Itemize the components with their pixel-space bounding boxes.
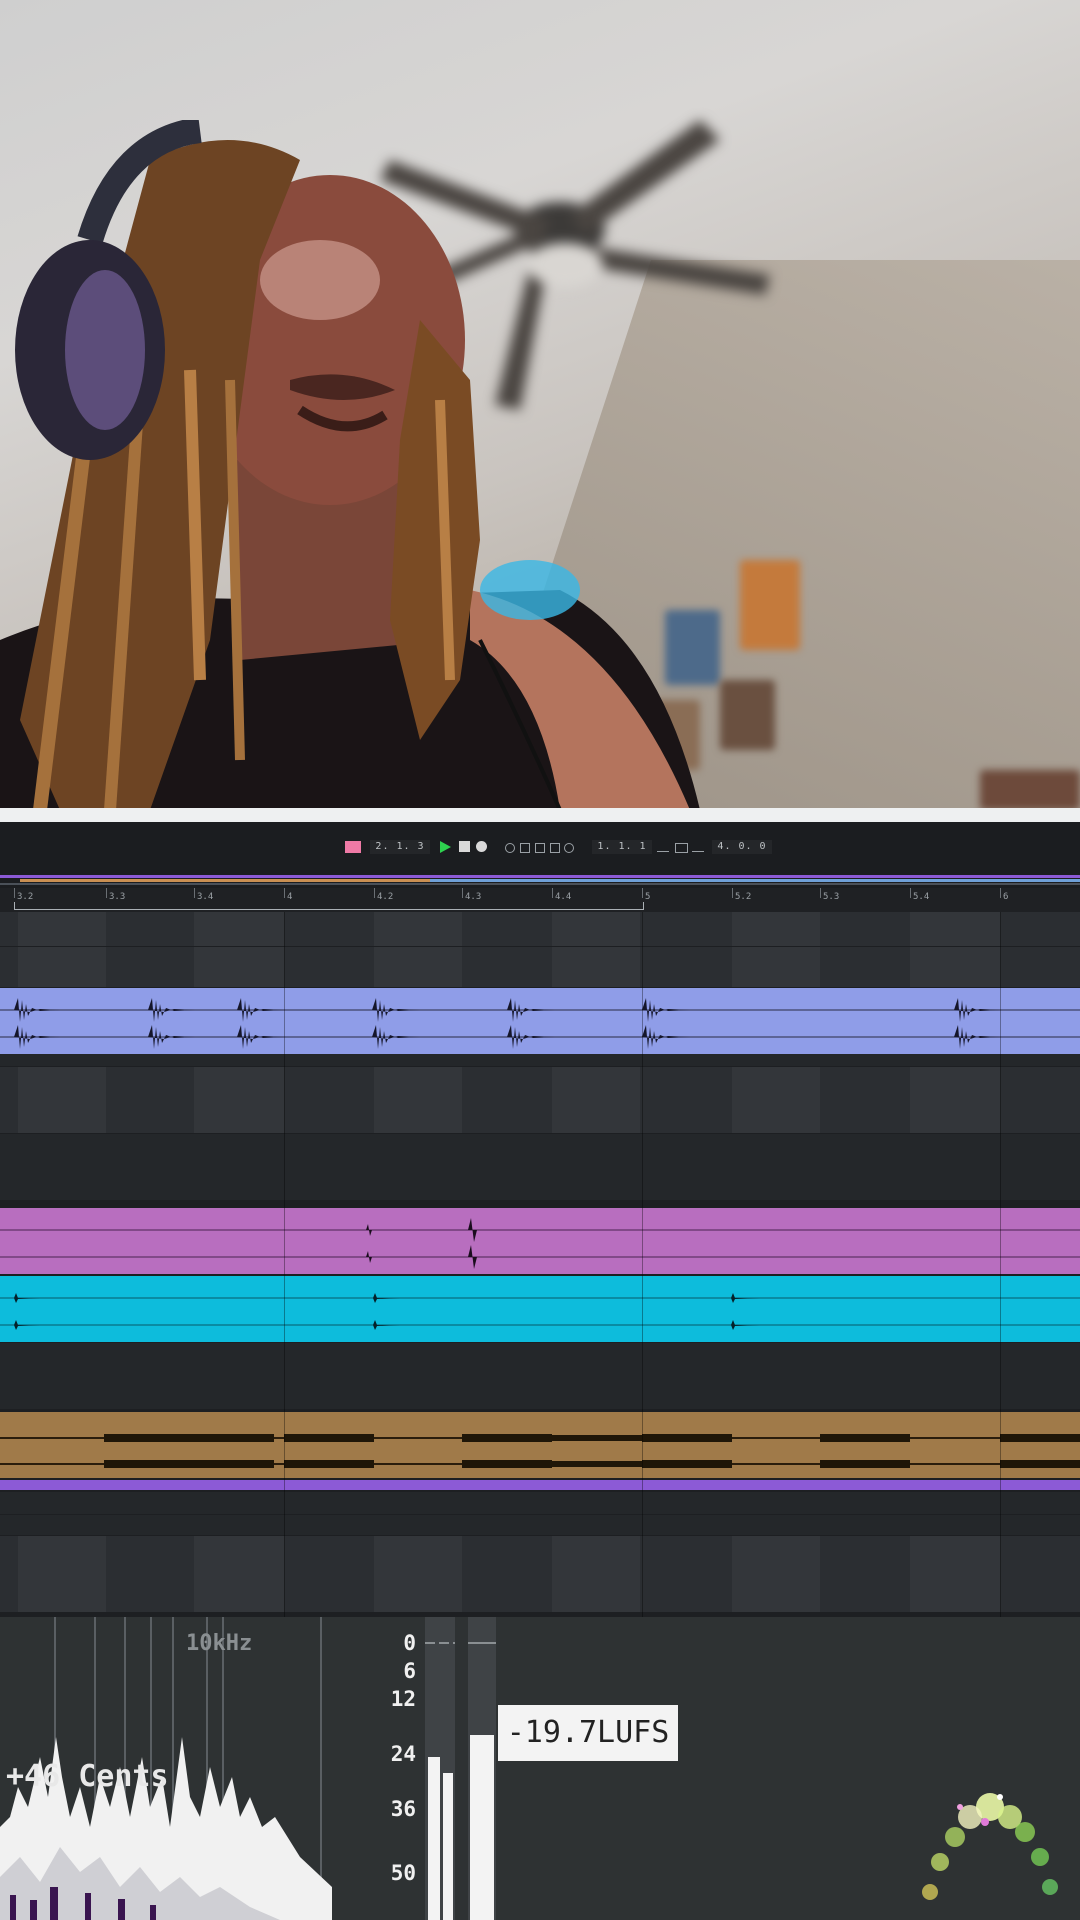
texture-waveform bbox=[0, 1434, 1080, 1468]
session-record-icon[interactable] bbox=[550, 843, 560, 853]
loop-icon[interactable] bbox=[675, 843, 688, 853]
ruler-tick: 3.4 bbox=[197, 892, 214, 902]
ruler-tick: 4.4 bbox=[555, 892, 572, 902]
ruler-tick: 5.2 bbox=[735, 892, 752, 902]
ruler-tick: 3.3 bbox=[109, 892, 126, 902]
automation-icon[interactable] bbox=[520, 843, 530, 853]
overview-strip bbox=[0, 883, 1080, 885]
db-scale-label: 6 bbox=[403, 1659, 416, 1683]
loop-start[interactable]: 1. 1. 1 bbox=[592, 840, 652, 854]
track-lane[interactable] bbox=[0, 1343, 1080, 1409]
db-scale-label: 36 bbox=[390, 1797, 416, 1821]
percussion-waveform bbox=[0, 1218, 1080, 1269]
db-scale-label: 50 bbox=[390, 1861, 416, 1885]
level-bar bbox=[428, 1757, 440, 1920]
overview-strip bbox=[430, 879, 1080, 882]
purple-strip[interactable] bbox=[0, 1480, 1080, 1490]
pitch-label: +46 Cents bbox=[6, 1759, 169, 1794]
kick-clip[interactable] bbox=[0, 1276, 1080, 1342]
track-lane[interactable] bbox=[0, 1492, 1080, 1514]
bar-line bbox=[284, 912, 285, 1617]
capture-icon[interactable] bbox=[535, 843, 545, 853]
drums-waveform bbox=[0, 998, 1080, 1049]
loop-brace[interactable] bbox=[14, 902, 644, 910]
overview-strip bbox=[0, 875, 1080, 878]
ruler-tick: 4.3 bbox=[465, 892, 482, 902]
db-scale-label: 24 bbox=[390, 1742, 416, 1766]
overdub-icon[interactable] bbox=[505, 843, 515, 853]
ruler-tick: 4.2 bbox=[377, 892, 394, 902]
play-icon[interactable] bbox=[440, 841, 451, 853]
transport-bar: 2. 1. 3 1. 1. 1 4. 0. 0 bbox=[0, 822, 1080, 870]
peak-hold bbox=[468, 1642, 496, 1644]
ruler-tick: 5.3 bbox=[823, 892, 840, 902]
peak-hold bbox=[425, 1642, 455, 1644]
drums-clip[interactable] bbox=[0, 988, 1080, 1054]
track-lane[interactable] bbox=[0, 947, 1080, 987]
bar-line bbox=[1000, 912, 1001, 1617]
overview-strip bbox=[20, 879, 430, 882]
track-lane[interactable] bbox=[0, 912, 1080, 946]
ruler-tick: 6 bbox=[1003, 892, 1009, 902]
follow-button[interactable] bbox=[345, 841, 361, 853]
track-lane[interactable] bbox=[0, 1134, 1080, 1200]
record-icon[interactable] bbox=[476, 841, 487, 852]
webcam-feed bbox=[0, 0, 1080, 808]
track-lane[interactable] bbox=[0, 1515, 1080, 1535]
loop-length[interactable]: 4. 0. 0 bbox=[712, 840, 772, 854]
person-with-headphones bbox=[0, 120, 700, 808]
percussion-clip[interactable] bbox=[0, 1208, 1080, 1274]
ruler-tick: 5 bbox=[645, 892, 651, 902]
metronome-icon[interactable] bbox=[564, 843, 574, 853]
arrangement-overview[interactable] bbox=[0, 870, 1080, 888]
stop-icon[interactable] bbox=[459, 841, 470, 852]
shelf-object bbox=[980, 770, 1080, 808]
song-position[interactable]: 2. 1. 3 bbox=[370, 840, 430, 854]
ruler-tick: 5.4 bbox=[913, 892, 930, 902]
track-lane[interactable] bbox=[0, 1536, 1080, 1612]
divider bbox=[0, 808, 1080, 822]
spectrum-graph bbox=[0, 1737, 332, 1920]
loop-switch-icon[interactable] bbox=[657, 843, 669, 852]
bar-line bbox=[642, 912, 643, 1617]
freq-label: 10kHz bbox=[186, 1631, 253, 1656]
daw-arrangement-view: 2. 1. 3 1. 1. 1 4. 0. 0 3.2 3.3 3.4 4 4.… bbox=[0, 822, 1080, 1617]
level-bar bbox=[470, 1735, 494, 1920]
ruler-tick: 3.2 bbox=[17, 892, 34, 902]
db-scale-label: 12 bbox=[390, 1687, 416, 1711]
texture-clip[interactable] bbox=[0, 1412, 1080, 1478]
lufs-readout: -19.7LUFS bbox=[498, 1705, 678, 1761]
kick-waveform bbox=[0, 1293, 1080, 1330]
db-scale-label: 0 bbox=[403, 1631, 416, 1655]
track-lane[interactable] bbox=[0, 1067, 1080, 1133]
punch-icon[interactable] bbox=[692, 843, 704, 852]
analyzer-panel: 10kHz +46 Cents 0 6 12 24 36 50 -19.7LUF… bbox=[0, 1617, 1080, 1920]
ruler-tick: 4 bbox=[287, 892, 293, 902]
level-bar bbox=[443, 1773, 453, 1920]
track-lane[interactable] bbox=[0, 1054, 1080, 1066]
stereo-scope bbox=[922, 1793, 1058, 1900]
